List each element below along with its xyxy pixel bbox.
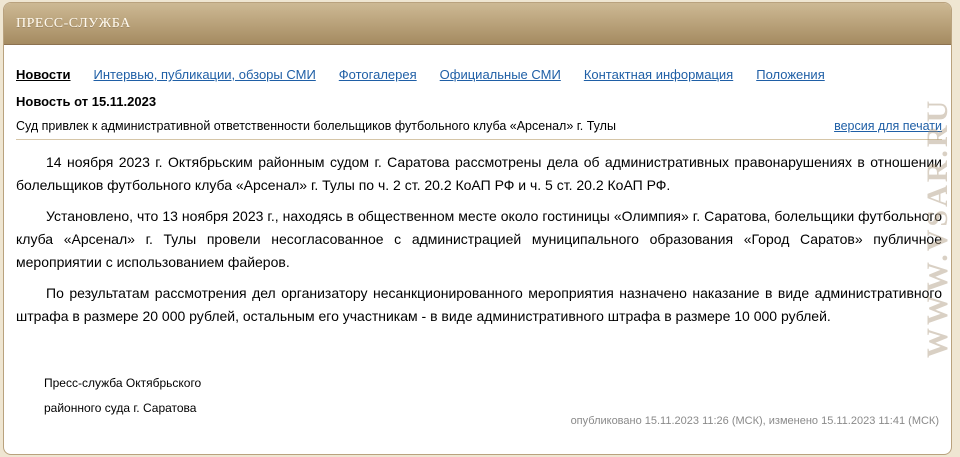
- tab-photo-gallery[interactable]: Фотогалерея: [339, 67, 417, 82]
- tab-contacts[interactable]: Контактная информация: [584, 67, 733, 82]
- news-paragraph: 14 ноября 2023 г. Октябрьским районным с…: [16, 154, 942, 193]
- published-info: опубликовано 15.11.2023 11:26 (МСК), изм…: [570, 415, 939, 427]
- signature-line: районного суда г. Саратова: [44, 401, 197, 415]
- headline-row: Суд привлек к административной ответстве…: [16, 117, 942, 140]
- tab-news[interactable]: Новости: [16, 67, 71, 82]
- news-paragraph: Установлено, что 13 ноября 2023 г., нахо…: [16, 208, 942, 270]
- signature-line: Пресс-служба Октябрьского: [44, 376, 202, 390]
- tab-interviews[interactable]: Интервью, публикации, обзоры СМИ: [94, 67, 316, 82]
- tab-official-media[interactable]: Официальные СМИ: [440, 67, 561, 82]
- signature: Пресс-служба Октябрьского районного суда…: [44, 371, 201, 421]
- page-header: ПРЕСС-СЛУЖБА: [4, 3, 951, 45]
- page-frame: ПРЕСС-СЛУЖБА Новости Интервью, публикаци…: [3, 2, 952, 455]
- nav-tabs: Новости Интервью, публикации, обзоры СМИ…: [16, 67, 848, 82]
- tab-regulations[interactable]: Положения: [756, 67, 825, 82]
- print-version-link[interactable]: версия для печати: [834, 119, 942, 133]
- news-headline: Суд привлек к административной ответстве…: [16, 119, 616, 133]
- header-title: ПРЕСС-СЛУЖБА: [16, 15, 131, 31]
- news-date: Новость от 15.11.2023: [16, 94, 157, 109]
- news-paragraph: По результатам рассмотрения дел организа…: [16, 285, 942, 324]
- news-body: 14 ноября 2023 г. Октябрьским районным с…: [16, 151, 942, 336]
